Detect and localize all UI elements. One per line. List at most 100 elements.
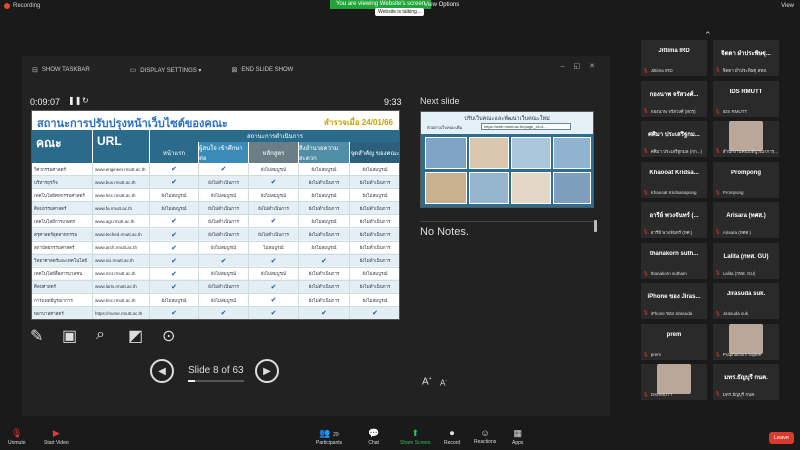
status-cell: ยังไม่ดำเนินการ (299, 267, 350, 281)
status-cell: ยังไม่สมบูรณ์ (150, 189, 199, 203)
view-options-button[interactable]: View Options (424, 2, 459, 8)
status-cell: ✔ (150, 215, 199, 229)
speaker-notes[interactable]: No Notes. (420, 226, 469, 238)
status-cell: ✔ (150, 228, 199, 242)
participant-tile[interactable]: Lalita (กทส. GU) 🎙 Lalita (กทส. GU) (713, 242, 779, 279)
participant-tile[interactable]: มทร.ธัญบุรี กนค. 🎙 มทร.ธัญบุรี กนค. (713, 364, 779, 400)
participant-tile[interactable]: Jirasuda suk. 🎙 Jirasuda suk. (713, 283, 779, 319)
meeting-controls: 🎙 Unmute ▶ Start Video 👥 29 Participants 💬 C… (0, 422, 800, 450)
decrease-font-icon[interactable]: A- (440, 378, 447, 388)
start-video-button[interactable]: ▶ Start Video (44, 428, 69, 446)
website-thumbnail (425, 137, 467, 169)
participant-tile[interactable]: 🎙 DSRMUTT (641, 364, 707, 400)
recording-indicator[interactable]: Recording (4, 3, 40, 9)
table-row: การแพทย์บูรณาการ www.tmc.rmutt.ac.th ยังไม… (32, 294, 399, 308)
url-cell: www.arch.rmutt.ac.th (93, 241, 150, 255)
participant-display-name: Jirasuda suk. (726, 291, 766, 297)
next-slide-button[interactable]: ▶ (255, 359, 279, 383)
participant-tile[interactable]: กองนาพ จรัสวงศ์... 🎙 กองนาพ จรัสวงศ์ (สถร) (641, 80, 707, 117)
chat-icon: 💬 (368, 428, 380, 438)
participant-tile[interactable]: Khaooat Kridsa... 🎙 Khaooat Kridsanapong (641, 161, 707, 198)
faculty-cell: ศิลปศาสตร์ (32, 280, 93, 294)
participant-name: Jittima IRD (650, 68, 673, 73)
faculty-cell: บริหารธุรกิจ (32, 176, 93, 190)
share-screen-button[interactable]: ⬆ Share Screen (400, 428, 431, 446)
mic-muted-icon: 🎙 (715, 311, 721, 316)
participant-name-label: 🎙 DSRMUTT (643, 392, 673, 398)
participant-tile[interactable]: Arisara (ทศส.) 🎙 Arisara (ทศส.) (713, 202, 779, 238)
mic-muted-icon: 🎙 (715, 391, 721, 396)
end-slide-show-button[interactable]: ⊠ END SLIDE SHOW (231, 66, 293, 74)
table-row: เทคโนโลยีสื่อสารมวลชน www.mct.rmutt.ac.th… (32, 267, 399, 281)
current-time: 9:33 (384, 97, 402, 107)
taskbar-icon: ⊟ (32, 67, 38, 74)
participant-tile[interactable]: Jittima IRD 🎙 Jittima IRD (641, 40, 707, 76)
leave-button[interactable]: Leave (769, 432, 794, 444)
pen-icon[interactable]: ✎ (30, 326, 43, 346)
participant-tile[interactable]: prem 🎙 prem (641, 323, 707, 360)
more-options-icon[interactable]: ⊙ (162, 326, 175, 346)
participant-name: อารีย์ พวงจันทร์ (ทศ.) (650, 230, 693, 235)
next-slide-preview[interactable]: ปรับเว็บคณะและพัฒนาเว็บคณะใหม่ ตัวอย่างเ… (420, 111, 594, 208)
restart-timer-icon[interactable]: ↻ (82, 96, 89, 105)
participant-tile[interactable]: Prompong 🎙 Prompong (713, 161, 779, 198)
participant-tile[interactable]: อารีย์ พวงจันทร์ (... 🎙 อารีย์ พวงจันทร์ (… (641, 202, 707, 238)
panel-splitter[interactable] (594, 220, 597, 232)
url-cell: www.tmc.rmutt.ac.th (93, 294, 150, 308)
participant-name-label: 🎙 prem (643, 352, 661, 358)
window-controls[interactable]: –◱✕ (561, 62, 604, 70)
record-button[interactable]: ⏺ Record (444, 428, 460, 446)
faculty-cell: เทคโนโลยีสื่อสารมวลชน (32, 267, 93, 281)
participant-tile[interactable]: IDS RMUTT 🎙 IDS RMUTT (713, 80, 779, 117)
participant-name-label: 🎙 กองนาพ จรัสวงศ์ (สถร) (643, 108, 696, 115)
status-cell: ✔ (150, 163, 199, 177)
participant-name-label: 🎙 Lalita (กทส. GU) (715, 270, 755, 277)
faculty-cell: เทคโนโลยีคหกรรมศาสตร์ (32, 189, 93, 203)
status-cell: ยังไม่ดำเนินการ (199, 280, 249, 294)
presenter-toolbar: ⊟ SHOW TASKBAR ▭ DISPLAY SETTINGS ▾ ⊠ EN… (22, 60, 610, 80)
status-cell: ✔ (150, 280, 199, 294)
see-all-slides-icon[interactable]: ▣ (62, 326, 77, 346)
table-row: พยาบาลศาสตร์ https://nurse.rmutt.ac.th ✔ ✔ ✔… (32, 307, 399, 319)
participant-tile[interactable]: thanakorn suth... 🎙 thanakorn sutham (641, 242, 707, 279)
increase-font-icon[interactable]: A+ (422, 376, 432, 387)
participant-tile[interactable]: 🎙 Praphatsorn Nijdee (713, 323, 779, 360)
participant-tile[interactable]: iPhone ของ Jiras... 🎙 iPhone ของ Jirasuda (641, 283, 707, 319)
show-taskbar-button[interactable]: ⊟ SHOW TASKBAR (32, 66, 90, 74)
status-cell: ยังไม่สมบูรณ์ (350, 163, 399, 177)
status-cell: ✔ (150, 176, 199, 190)
view-button[interactable]: View (781, 3, 794, 9)
pause-icon[interactable]: ❚❚ (68, 96, 81, 105)
participant-display-name: iPhone ของ Jiras... (647, 294, 701, 300)
reactions-icon: ☺ (480, 428, 490, 438)
apps-icon: ▦ (513, 428, 522, 438)
participant-name: กองนาพ จรัสวงศ์ (สถร) (650, 108, 696, 114)
status-cell: ✔ (249, 280, 299, 294)
status-cell: ✔ (150, 267, 199, 281)
display-settings-button[interactable]: ▭ DISPLAY SETTINGS ▾ (130, 66, 202, 74)
status-cell: ✔ (199, 254, 249, 268)
participant-name-label: 🎙 Jittima IRD (643, 68, 673, 74)
top-bar: Recording You are viewing Website's scre… (0, 0, 800, 16)
share-screen-icon: ⬆ (411, 428, 420, 438)
table-row: เทคโนโลยีคหกรรมศาสตร์ www.hec.rmutt.ac.th… (32, 189, 399, 203)
participant-display-name: Lalita (กทส. GU) (723, 253, 769, 260)
website-thumbnail (425, 172, 467, 204)
participant-tile[interactable]: 🎙 สำนักงานคณบดีบูรณาการ... (713, 121, 779, 157)
participants-button[interactable]: 👥 29 Participants (316, 428, 342, 446)
recording-label: Recording (13, 3, 41, 9)
unmute-button[interactable]: 🎙 Unmute (8, 428, 26, 446)
status-cell: ยังไม่สมบูรณ์ (249, 163, 299, 177)
reactions-button[interactable]: ☺ Reactions (474, 428, 496, 445)
participant-name-label: 🎙 Prompong (715, 190, 743, 196)
zoom-icon[interactable]: ⌕ (96, 326, 105, 344)
previous-slide-button[interactable]: ◀ (150, 359, 174, 383)
participant-tile[interactable]: ศศิมา ประเสริฐกม... 🎙 ศศิมา ประเสริฐกมล (ก… (641, 121, 707, 157)
participant-tile[interactable]: จิตดา ผำประพิษฐุ... 🎙 จิตดา ผำประพิษฐุ สทส… (713, 40, 779, 76)
chat-button[interactable]: 💬 Chat (368, 428, 379, 446)
black-screen-icon[interactable]: ◩ (128, 326, 143, 346)
mic-muted-icon: 🎙 (715, 229, 721, 234)
apps-button[interactable]: ▦ Apps (512, 428, 523, 446)
share-screen-label: Share Screen (400, 440, 431, 446)
record-icon: ⏺ (449, 428, 455, 438)
